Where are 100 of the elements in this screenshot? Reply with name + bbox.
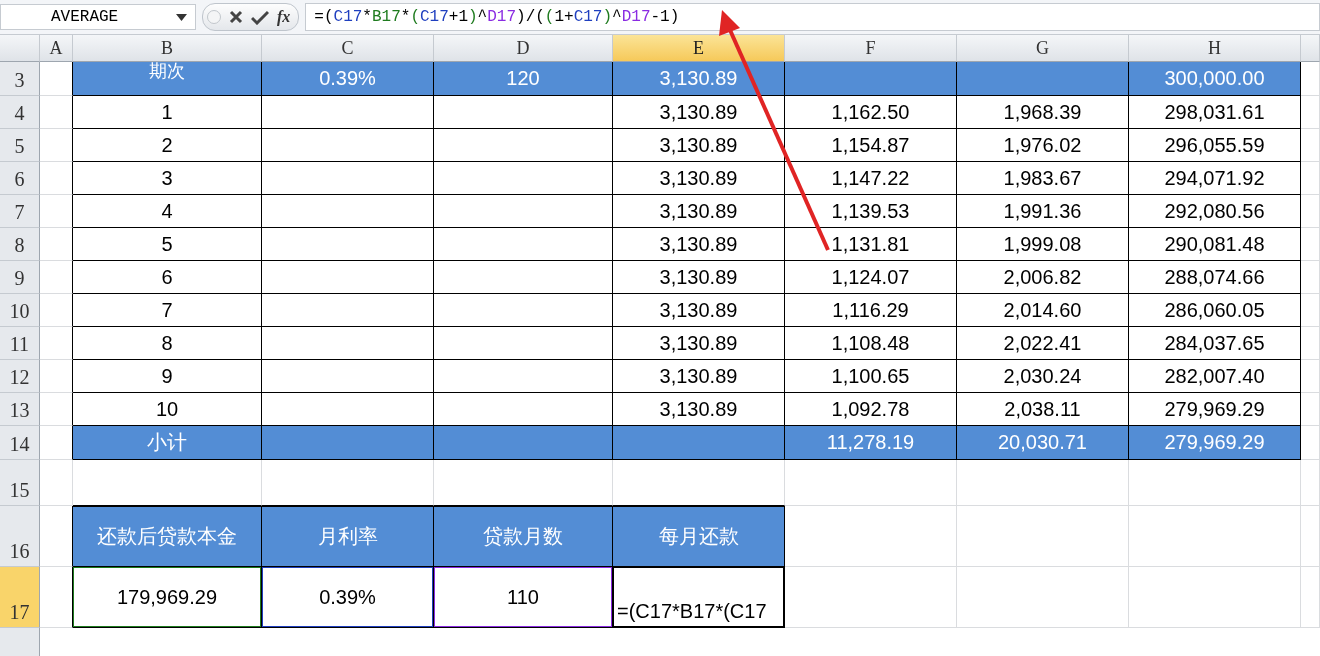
row-header[interactable]: 7 bbox=[0, 195, 40, 228]
dropdown-caret-icon[interactable] bbox=[176, 13, 187, 21]
table-cell[interactable]: 1,124.07 bbox=[785, 261, 957, 294]
grid-cell[interactable] bbox=[40, 327, 73, 360]
table-cell[interactable]: 7 bbox=[73, 294, 262, 327]
grid-cell[interactable] bbox=[262, 360, 434, 393]
column-header[interactable]: D bbox=[434, 35, 613, 62]
name-box[interactable]: AVERAGE bbox=[0, 4, 196, 30]
enter-icon[interactable] bbox=[251, 9, 269, 25]
grid-cell[interactable] bbox=[262, 261, 434, 294]
grid-cell[interactable] bbox=[40, 195, 73, 228]
grid-cell[interactable] bbox=[262, 162, 434, 195]
grid-cell[interactable] bbox=[434, 426, 613, 460]
table-cell[interactable]: 296,055.59 bbox=[1129, 129, 1301, 162]
table-cell[interactable]: 3,130.89 bbox=[613, 360, 785, 393]
table-cell[interactable]: 284,037.65 bbox=[1129, 327, 1301, 360]
table-cell[interactable]: 1,100.65 bbox=[785, 360, 957, 393]
table-cell[interactable]: 1,976.02 bbox=[957, 129, 1129, 162]
table-cell[interactable]: 3 bbox=[73, 162, 262, 195]
table-cell[interactable]: 1,983.67 bbox=[957, 162, 1129, 195]
grid-cell[interactable] bbox=[434, 360, 613, 393]
table-cell[interactable]: 0.39% bbox=[262, 567, 434, 628]
table-cell[interactable]: 1,162.50 bbox=[785, 96, 957, 129]
table-cell[interactable]: 2,022.41 bbox=[957, 327, 1129, 360]
row-header[interactable]: 12 bbox=[0, 360, 40, 393]
table-cell[interactable]: 1,968.39 bbox=[957, 96, 1129, 129]
row-header[interactable]: 8 bbox=[0, 228, 40, 261]
row-header[interactable]: 4 bbox=[0, 96, 40, 129]
row-header[interactable]: 17 bbox=[0, 567, 40, 628]
table-cell[interactable]: 3,130.89 bbox=[613, 294, 785, 327]
table-cell[interactable]: 1,116.29 bbox=[785, 294, 957, 327]
table-cell[interactable]: 3,130.89 bbox=[613, 96, 785, 129]
cancel-icon[interactable] bbox=[229, 10, 243, 24]
table-cell[interactable]: 1,139.53 bbox=[785, 195, 957, 228]
table-cell[interactable]: =(C17*B17*(C17 bbox=[613, 567, 785, 628]
column-header[interactable]: G bbox=[957, 35, 1129, 62]
column-header[interactable]: H bbox=[1129, 35, 1301, 62]
grid-cell[interactable] bbox=[262, 195, 434, 228]
column-header[interactable]: C bbox=[262, 35, 434, 62]
table-cell[interactable]: 4 bbox=[73, 195, 262, 228]
grid-cell[interactable] bbox=[40, 129, 73, 162]
table-cell[interactable]: 1,154.87 bbox=[785, 129, 957, 162]
row-header[interactable]: 10 bbox=[0, 294, 40, 327]
grid-cell[interactable] bbox=[613, 426, 785, 460]
table-cell[interactable]: 1,999.08 bbox=[957, 228, 1129, 261]
table-cell[interactable]: 6 bbox=[73, 261, 262, 294]
table-cell[interactable]: 110 bbox=[434, 567, 613, 628]
grid-cell[interactable] bbox=[262, 327, 434, 360]
grid-cell[interactable] bbox=[40, 96, 73, 129]
insert-function-button[interactable]: fx bbox=[277, 8, 291, 26]
table-cell[interactable]: 1,147.22 bbox=[785, 162, 957, 195]
grid-cell[interactable] bbox=[262, 228, 434, 261]
table-cell[interactable]: 3,130.89 bbox=[613, 129, 785, 162]
grid-cell[interactable] bbox=[262, 129, 434, 162]
column-header[interactable]: B bbox=[73, 35, 262, 62]
table-cell[interactable]: 286,060.05 bbox=[1129, 294, 1301, 327]
table-cell[interactable]: 298,031.61 bbox=[1129, 96, 1301, 129]
grid-cell[interactable] bbox=[434, 228, 613, 261]
table-cell[interactable]: 292,080.56 bbox=[1129, 195, 1301, 228]
row-header[interactable]: 13 bbox=[0, 393, 40, 426]
table-cell[interactable]: 3,130.89 bbox=[613, 327, 785, 360]
column-header[interactable]: F bbox=[785, 35, 957, 62]
table-cell[interactable]: 8 bbox=[73, 327, 262, 360]
grid-cell[interactable] bbox=[262, 294, 434, 327]
grid-cell[interactable] bbox=[434, 162, 613, 195]
grid-cell[interactable] bbox=[40, 393, 73, 426]
table-cell[interactable]: 3,130.89 bbox=[613, 162, 785, 195]
table-cell[interactable]: 1,108.48 bbox=[785, 327, 957, 360]
grid-cell[interactable] bbox=[434, 261, 613, 294]
table-cell[interactable]: 290,081.48 bbox=[1129, 228, 1301, 261]
grid-cell[interactable] bbox=[262, 426, 434, 460]
table-cell[interactable]: 2,006.82 bbox=[957, 261, 1129, 294]
table-cell[interactable]: 288,074.66 bbox=[1129, 261, 1301, 294]
grid-cell[interactable] bbox=[434, 327, 613, 360]
table-cell[interactable]: 2 bbox=[73, 129, 262, 162]
row-header[interactable]: 5 bbox=[0, 129, 40, 162]
row-header[interactable]: 11 bbox=[0, 327, 40, 360]
table-cell[interactable]: 1,131.81 bbox=[785, 228, 957, 261]
column-header[interactable]: A bbox=[40, 35, 73, 62]
grid-cell[interactable] bbox=[40, 567, 73, 628]
table-cell[interactable]: 179,969.29 bbox=[73, 567, 262, 628]
grid-cell[interactable] bbox=[434, 195, 613, 228]
table-cell[interactable]: 2,030.24 bbox=[957, 360, 1129, 393]
grid-cell[interactable] bbox=[40, 162, 73, 195]
row-header[interactable]: 3 bbox=[0, 62, 40, 96]
table-cell[interactable]: 9 bbox=[73, 360, 262, 393]
grid-cell[interactable] bbox=[434, 294, 613, 327]
table-cell[interactable]: 3,130.89 bbox=[613, 261, 785, 294]
table-cell[interactable]: 294,071.92 bbox=[1129, 162, 1301, 195]
grid-cell[interactable] bbox=[40, 228, 73, 261]
table-cell[interactable]: 2,014.60 bbox=[957, 294, 1129, 327]
column-header[interactable]: E bbox=[613, 35, 785, 62]
grid-cell[interactable] bbox=[957, 62, 1129, 96]
formula-field[interactable]: =(C17*B17*(C17+1)^D17)/((1+C17)^D17-1) bbox=[305, 3, 1320, 31]
row-header[interactable]: 16 bbox=[0, 506, 40, 567]
grid-cell[interactable] bbox=[40, 360, 73, 393]
table-cell[interactable]: 3,130.89 bbox=[613, 228, 785, 261]
row-header[interactable]: 9 bbox=[0, 261, 40, 294]
grid-cell[interactable] bbox=[40, 261, 73, 294]
grid-cell[interactable] bbox=[434, 96, 613, 129]
